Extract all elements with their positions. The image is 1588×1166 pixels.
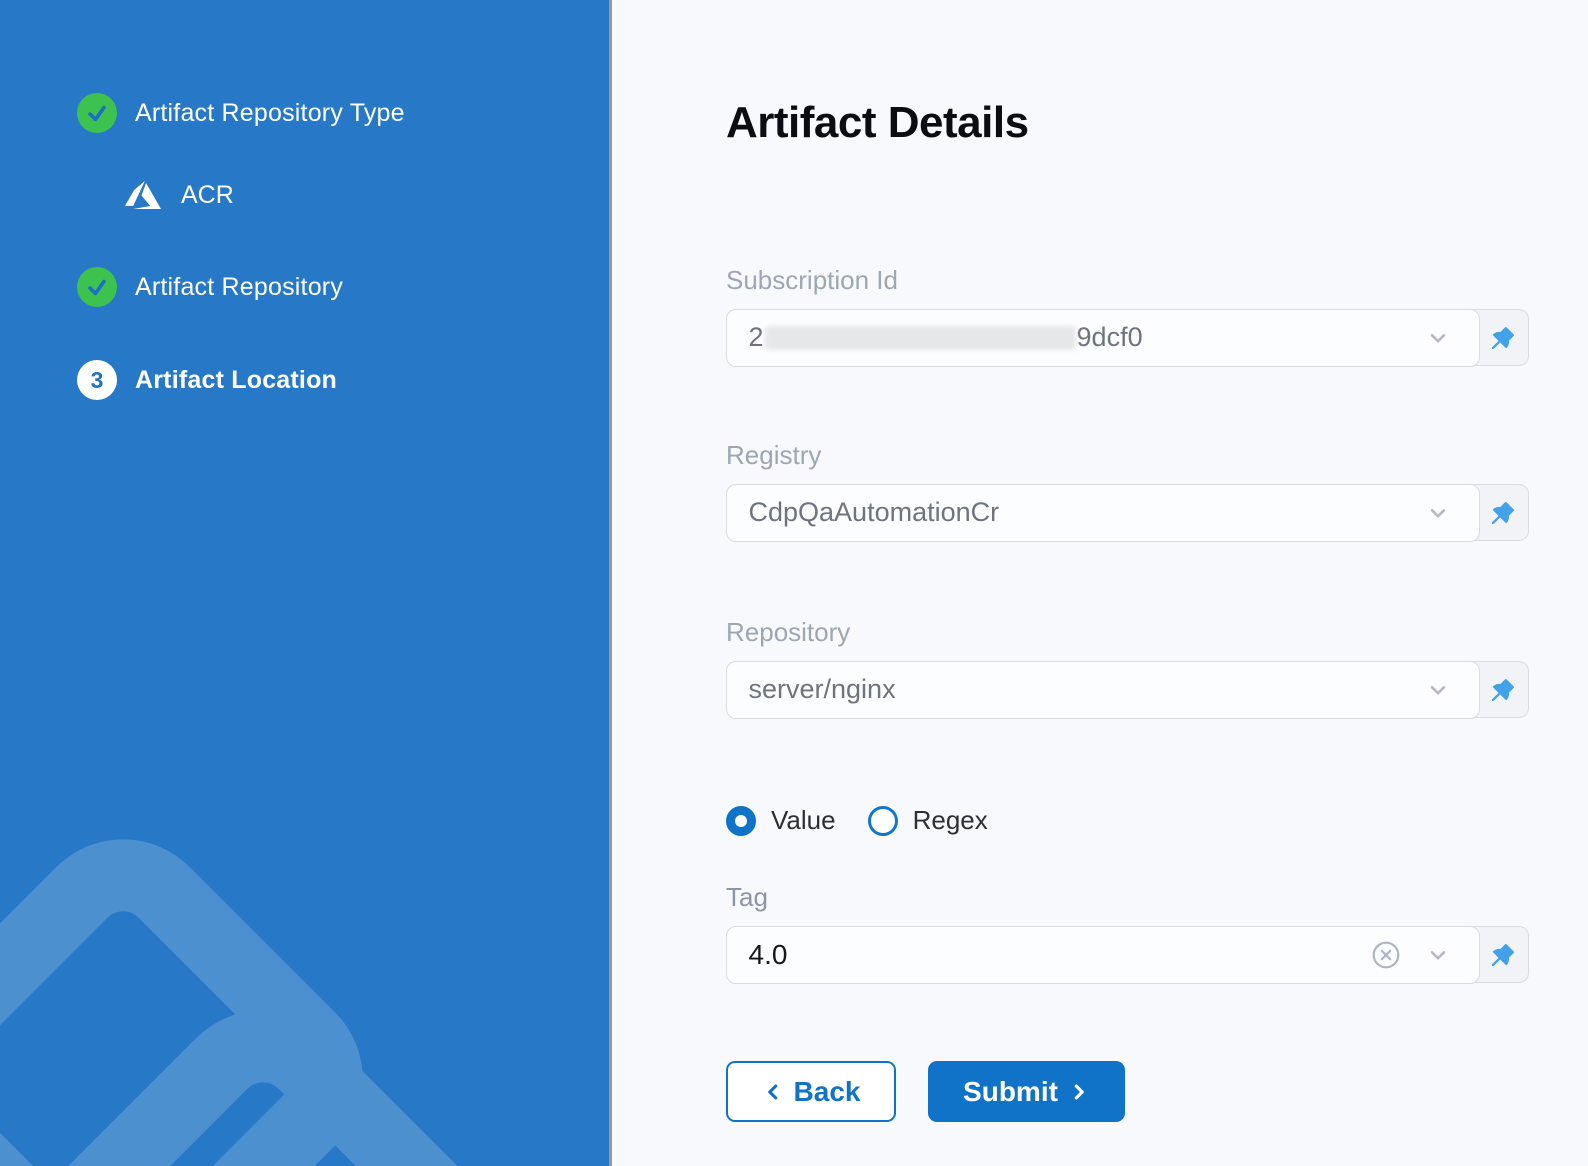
step-number-badge: 3 bbox=[77, 360, 117, 400]
repository-select[interactable]: server/nginx bbox=[726, 661, 1529, 718]
regex-radio-label: Regex bbox=[913, 805, 988, 836]
chevron-down-icon[interactable] bbox=[1425, 325, 1451, 351]
page-title: Artifact Details bbox=[726, 98, 1588, 148]
pushpin-icon bbox=[1488, 675, 1518, 705]
pin-button[interactable] bbox=[1478, 662, 1528, 717]
value-radio[interactable] bbox=[726, 806, 756, 836]
repository-value: server/nginx bbox=[749, 674, 896, 705]
value-radio-label: Value bbox=[771, 805, 836, 836]
check-icon bbox=[85, 101, 109, 125]
selected-repo-type-label: ACR bbox=[181, 181, 234, 210]
submit-button[interactable]: Submit bbox=[928, 1061, 1125, 1122]
clear-icon[interactable] bbox=[1371, 940, 1401, 970]
tag-field-group bbox=[726, 926, 1529, 983]
subscription-id-select[interactable]: 2 9dcf0 bbox=[726, 309, 1529, 366]
registry-select[interactable]: CdpQaAutomationCr bbox=[726, 484, 1529, 541]
step-artifact-repository[interactable]: Artifact Repository bbox=[0, 267, 609, 307]
step-complete-icon bbox=[77, 93, 117, 133]
chevron-down-icon[interactable] bbox=[1425, 500, 1451, 526]
pushpin-icon bbox=[1488, 323, 1518, 353]
tag-input[interactable] bbox=[749, 939, 1371, 971]
artifact-details-panel: Artifact Details Subscription Id 2 9dcf0… bbox=[612, 0, 1588, 1166]
pin-button[interactable] bbox=[1478, 485, 1528, 540]
match-mode-radio-group: Value Regex bbox=[726, 805, 1588, 836]
step-complete-icon bbox=[77, 267, 117, 307]
chevron-right-icon bbox=[1068, 1081, 1090, 1103]
check-icon bbox=[85, 275, 109, 299]
chevron-down-icon[interactable] bbox=[1425, 677, 1451, 703]
brand-watermark-logo bbox=[0, 666, 609, 1166]
step-label: Artifact Location bbox=[135, 366, 337, 395]
tag-label: Tag bbox=[726, 882, 1588, 913]
subscription-id-label: Subscription Id bbox=[726, 265, 1588, 296]
azure-icon bbox=[125, 177, 161, 213]
redacted-value-blur bbox=[765, 326, 1076, 350]
subscription-id-value: 2 9dcf0 bbox=[749, 322, 1143, 353]
regex-radio[interactable] bbox=[868, 806, 898, 836]
selected-repo-type: ACR bbox=[0, 175, 609, 215]
pin-button[interactable] bbox=[1478, 310, 1528, 365]
pushpin-icon bbox=[1488, 940, 1518, 970]
chevron-down-icon[interactable] bbox=[1425, 942, 1451, 968]
step-label: Artifact Repository bbox=[135, 273, 343, 302]
chevron-left-icon bbox=[762, 1081, 784, 1103]
pushpin-icon bbox=[1488, 498, 1518, 528]
registry-value: CdpQaAutomationCr bbox=[749, 497, 1000, 528]
step-artifact-location[interactable]: 3 Artifact Location bbox=[0, 360, 609, 400]
pin-button[interactable] bbox=[1478, 927, 1528, 982]
back-button[interactable]: Back bbox=[726, 1061, 896, 1122]
repository-label: Repository bbox=[726, 617, 1588, 648]
step-label: Artifact Repository Type bbox=[135, 99, 405, 128]
wizard-sidebar: Artifact Repository Type ACR Artifact Re… bbox=[0, 0, 609, 1166]
step-artifact-repository-type[interactable]: Artifact Repository Type bbox=[0, 93, 609, 133]
registry-label: Registry bbox=[726, 440, 1588, 471]
